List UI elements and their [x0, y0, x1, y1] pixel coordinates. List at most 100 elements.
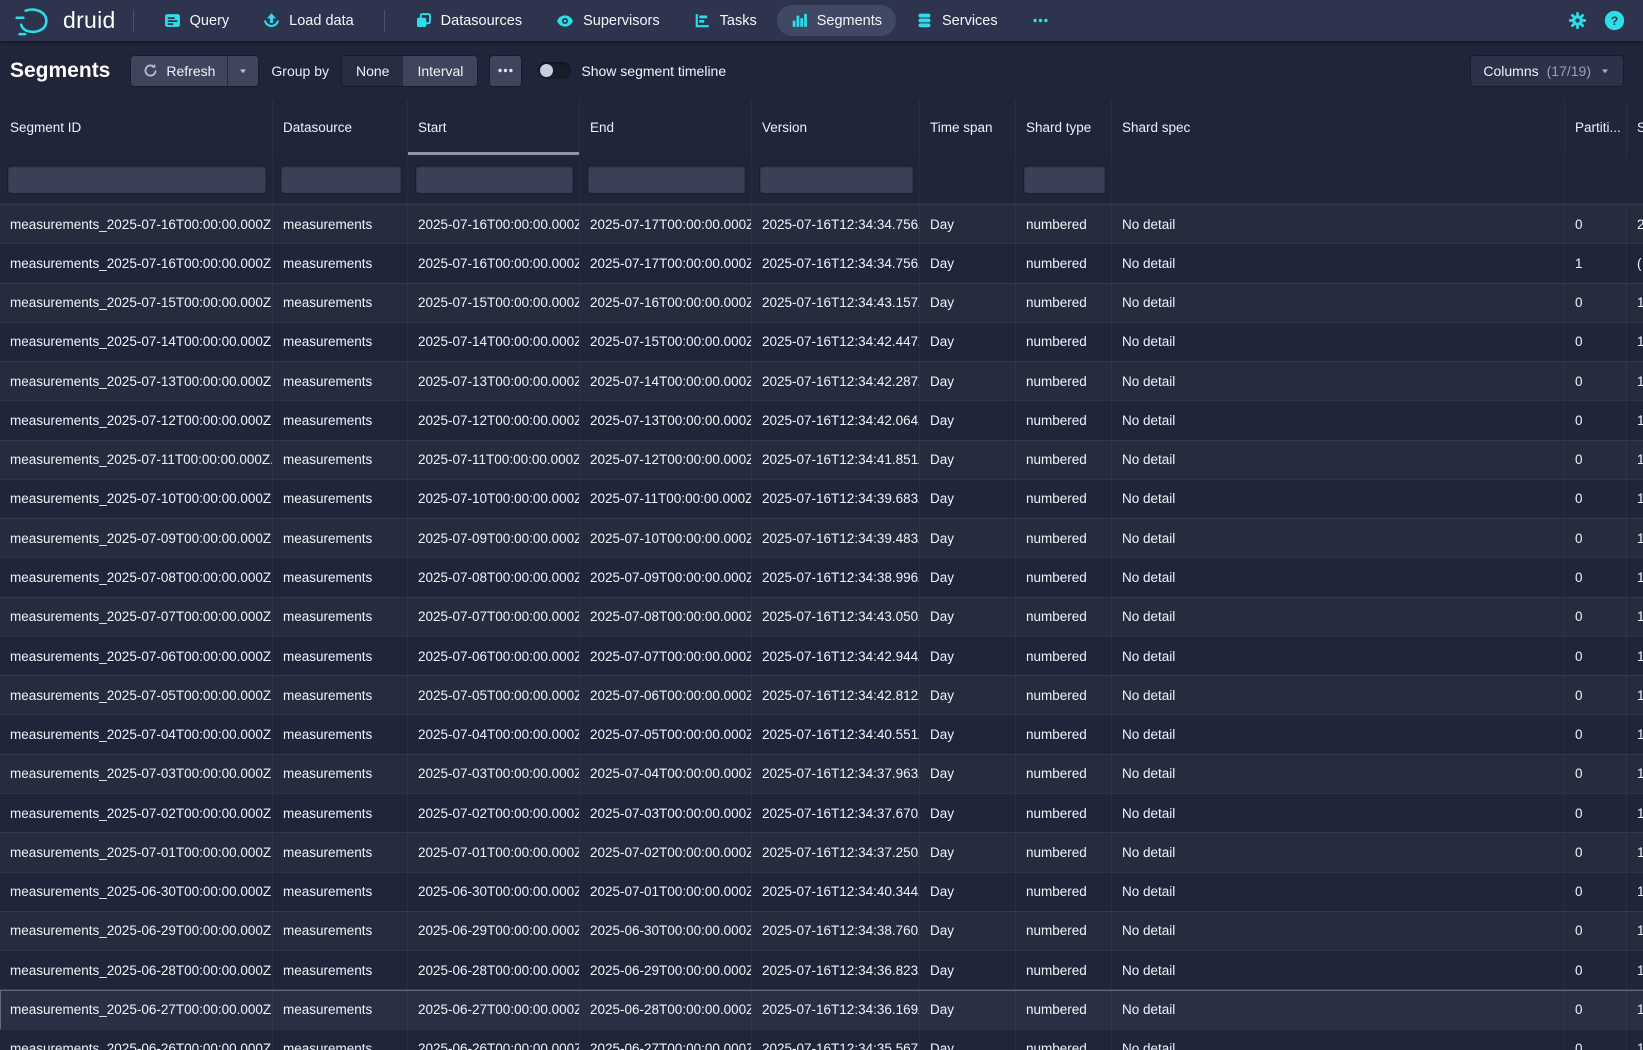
refresh-button[interactable]: Refresh [131, 56, 227, 86]
cell-shard_spec: No detail [1112, 990, 1565, 1028]
cell-version: 2025-07-16T12:34:38.760Z [752, 912, 920, 950]
segments-toolbar: Segments Refresh Group by NoneInterval [0, 41, 1643, 100]
table-row[interactable]: measurements_2025-07-05T00:00:00.000Z...… [0, 675, 1643, 714]
table-row[interactable]: measurements_2025-06-28T00:00:00.000Z...… [0, 950, 1643, 989]
page-title: Segments [10, 59, 110, 83]
table-row[interactable]: measurements_2025-07-04T00:00:00.000Z...… [0, 714, 1643, 753]
group-by-option-interval[interactable]: Interval [403, 56, 477, 86]
start-filter-input[interactable] [416, 166, 573, 193]
end-filter-input[interactable] [588, 166, 745, 193]
table-row[interactable]: measurements_2025-07-02T00:00:00.000Z...… [0, 793, 1643, 832]
nav-item-segments[interactable]: Segments [777, 5, 896, 36]
cell-version: 2025-07-16T12:34:42.447Z [752, 323, 920, 361]
table-row[interactable]: measurements_2025-07-03T00:00:00.000Z...… [0, 754, 1643, 793]
column-header-datasource[interactable]: Datasource [273, 100, 408, 155]
cell-version: 2025-07-16T12:34:36.823Z [752, 951, 920, 989]
cell-segment_id: measurements_2025-07-05T00:00:00.000Z... [0, 676, 273, 714]
cell-version: 2025-07-16T12:34:43.050Z [752, 598, 920, 636]
column-header-partiti[interactable]: Partiti... [1565, 100, 1627, 155]
cell-shard_type: numbered [1016, 401, 1112, 439]
refresh-options-button[interactable] [227, 56, 258, 86]
cell-version: 2025-07-16T12:34:42.287Z [752, 362, 920, 400]
table-row[interactable]: measurements_2025-06-27T00:00:00.000Z...… [0, 989, 1643, 1028]
nav-item-more[interactable] [1018, 5, 1063, 36]
table-row[interactable]: measurements_2025-07-14T00:00:00.000Z...… [0, 322, 1643, 361]
datasources-icon [415, 12, 432, 29]
cell-start: 2025-07-02T00:00:00.000Z [408, 794, 580, 832]
svg-text:?: ? [1611, 14, 1618, 28]
filter-cell-time-span [920, 155, 1016, 203]
table-row[interactable]: measurements_2025-07-08T00:00:00.000Z...… [0, 557, 1643, 596]
cell-version: 2025-07-16T12:34:39.683Z [752, 480, 920, 518]
version-filter-input[interactable] [760, 166, 913, 193]
column-header-version[interactable]: Version [752, 100, 920, 155]
shard-type-filter-input[interactable] [1024, 166, 1105, 193]
nav-item-tasks[interactable]: Tasks [680, 5, 771, 36]
group-by-option-none[interactable]: None [342, 56, 403, 86]
table-row[interactable]: measurements_2025-07-16T00:00:00.000Z...… [0, 204, 1643, 243]
more-icon [1032, 12, 1049, 29]
cell-end: 2025-06-28T00:00:00.000Z [580, 990, 752, 1028]
segment-timeline-toggle[interactable]: Show segment timeline [538, 62, 726, 79]
table-row[interactable]: measurements_2025-07-12T00:00:00.000Z...… [0, 400, 1643, 439]
column-header-s[interactable]: S [1627, 100, 1643, 155]
table-row[interactable]: measurements_2025-07-15T00:00:00.000Z...… [0, 283, 1643, 322]
nav-item-load-data[interactable]: Load data [249, 5, 368, 36]
nav-item-query[interactable]: Query [150, 5, 244, 36]
help-icon[interactable]: ? [1604, 10, 1625, 31]
column-header-time-span[interactable]: Time span [920, 100, 1016, 155]
cell-shard_type: numbered [1016, 794, 1112, 832]
cell-datasource: measurements [273, 637, 408, 675]
nav-item-supervisors[interactable]: Supervisors [542, 5, 674, 37]
table-row[interactable]: measurements_2025-07-13T00:00:00.000Z...… [0, 361, 1643, 400]
datasource-filter-input[interactable] [281, 166, 401, 193]
more-actions-button[interactable] [490, 56, 521, 86]
columns-button[interactable]: Columns (17/19) [1471, 56, 1623, 86]
table-row[interactable]: measurements_2025-07-01T00:00:00.000Z...… [0, 832, 1643, 871]
table-row[interactable]: measurements_2025-07-16T00:00:00.000Z...… [0, 243, 1643, 282]
column-header-end[interactable]: End [580, 100, 752, 155]
table-row[interactable]: measurements_2025-07-06T00:00:00.000Z...… [0, 636, 1643, 675]
column-header-shard-spec[interactable]: Shard spec [1112, 100, 1565, 155]
column-header-label: Segment ID [10, 120, 81, 135]
cell-size: 1 [1627, 833, 1643, 871]
cell-partition: 0 [1565, 1030, 1627, 1050]
cell-shard_spec: No detail [1112, 598, 1565, 636]
nav-item-datasources[interactable]: Datasources [401, 5, 536, 36]
cell-datasource: measurements [273, 323, 408, 361]
cell-time_span: Day [920, 794, 1016, 832]
cell-size: 1 [1627, 558, 1643, 596]
cell-end: 2025-07-01T00:00:00.000Z [580, 873, 752, 911]
table-row[interactable]: measurements_2025-06-29T00:00:00.000Z...… [0, 911, 1643, 950]
druid-brand[interactable]: druid [14, 6, 116, 36]
cell-size: ( [1627, 244, 1643, 282]
segment-id-filter-input[interactable] [8, 166, 266, 193]
column-header-start[interactable]: Start [408, 100, 580, 155]
cell-segment_id: measurements_2025-07-07T00:00:00.000Z... [0, 598, 273, 636]
filter-cell-s [1627, 155, 1643, 203]
settings-gear-icon[interactable] [1568, 11, 1587, 30]
cell-end: 2025-07-04T00:00:00.000Z [580, 755, 752, 793]
table-row[interactable]: measurements_2025-06-30T00:00:00.000Z...… [0, 872, 1643, 911]
cell-shard_spec: No detail [1112, 362, 1565, 400]
cell-start: 2025-06-27T00:00:00.000Z [408, 990, 580, 1028]
table-row[interactable]: measurements_2025-07-11T00:00:00.000Z...… [0, 440, 1643, 479]
toggle-switch[interactable] [538, 62, 571, 79]
nav-item-services[interactable]: Services [902, 5, 1012, 36]
cell-end: 2025-07-15T00:00:00.000Z [580, 323, 752, 361]
table-row[interactable]: measurements_2025-06-26T00:00:00.000Z...… [0, 1029, 1643, 1050]
column-header-segment-id[interactable]: Segment ID [0, 100, 273, 155]
cell-start: 2025-07-01T00:00:00.000Z [408, 833, 580, 871]
table-row[interactable]: measurements_2025-07-10T00:00:00.000Z...… [0, 479, 1643, 518]
cell-segment_id: measurements_2025-06-27T00:00:00.000Z... [0, 990, 273, 1028]
cell-partition: 0 [1565, 676, 1627, 714]
column-header-shard-type[interactable]: Shard type [1016, 100, 1112, 155]
cell-start: 2025-07-05T00:00:00.000Z [408, 676, 580, 714]
table-row[interactable]: measurements_2025-07-07T00:00:00.000Z...… [0, 597, 1643, 636]
cell-shard_type: numbered [1016, 244, 1112, 282]
column-header-label: Partiti... [1575, 120, 1621, 135]
cell-partition: 0 [1565, 833, 1627, 871]
top-navbar: druid QueryLoad data DatasourcesSuperviso… [0, 0, 1643, 41]
table-row[interactable]: measurements_2025-07-09T00:00:00.000Z...… [0, 518, 1643, 557]
cell-size: 1 [1627, 480, 1643, 518]
